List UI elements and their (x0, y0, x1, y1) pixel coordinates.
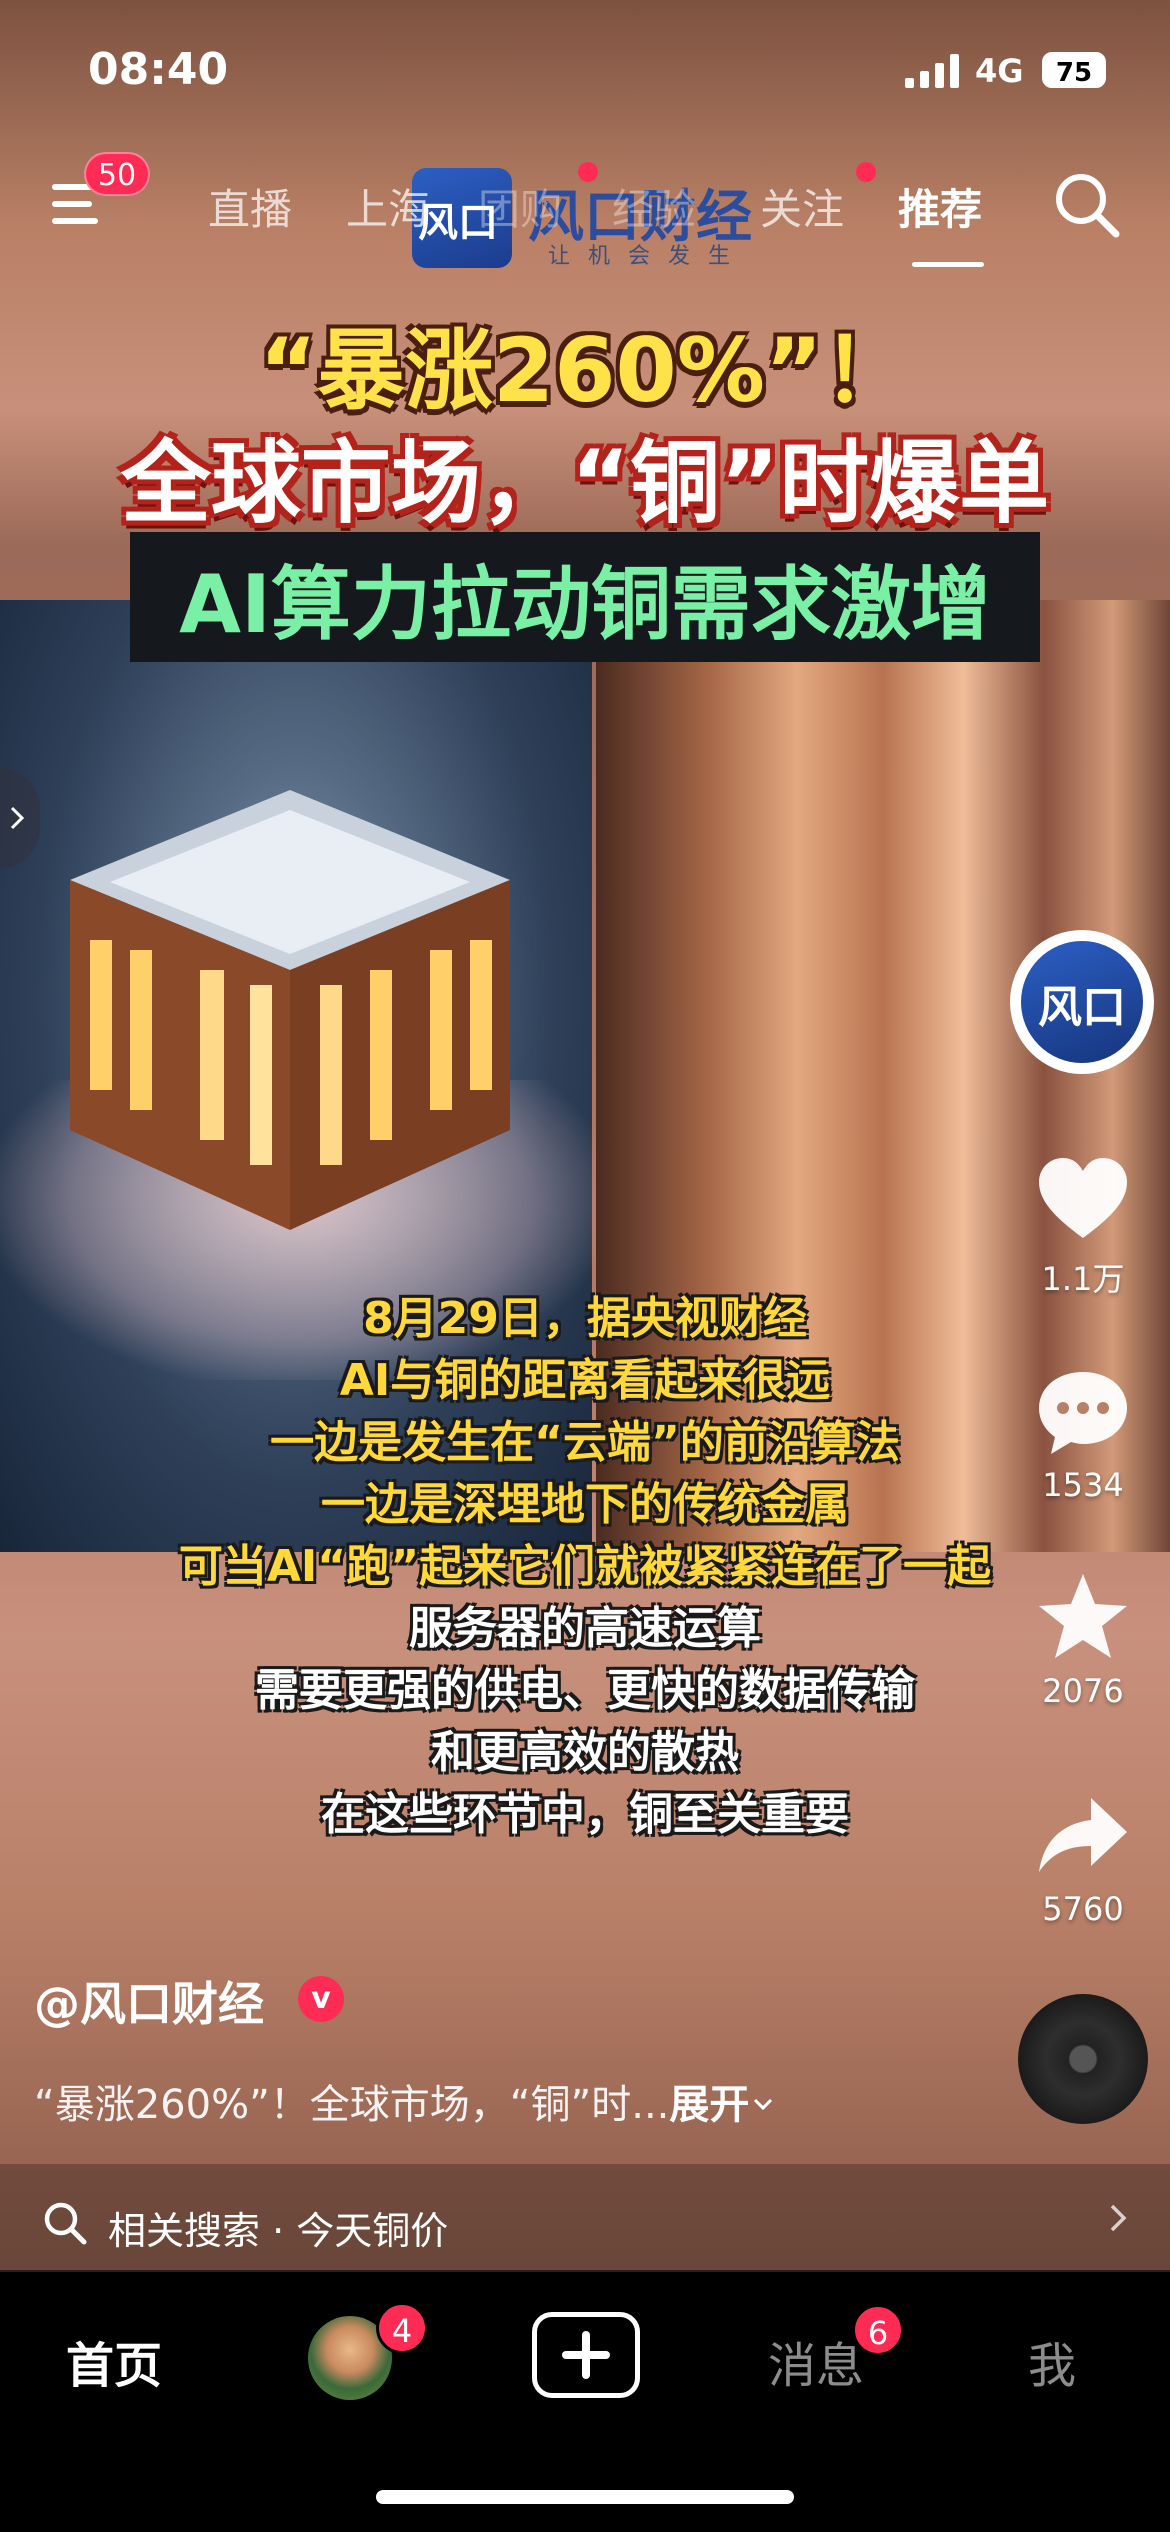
battery-level: 75 (1042, 52, 1106, 88)
description-text: “暴涨260%”！全球市场，“铜”时... (34, 2082, 670, 2128)
video-description[interactable]: “暴涨260%”！全球市场，“铜”时...展开 (34, 2072, 777, 2130)
status-bar: 08:40 4G 75 (0, 0, 1170, 150)
related-search-icon (44, 2202, 87, 2245)
creator-avatar[interactable]: 风口 (1010, 930, 1154, 1074)
server-cube-graphic (70, 790, 510, 1230)
author-name[interactable]: @风口财经 (34, 1968, 264, 2034)
friends-badge: 4 (376, 2302, 428, 2354)
favorite-button[interactable]: 2076 (1020, 1568, 1146, 1710)
share-count: 5760 (1042, 1890, 1124, 1928)
tab-shanghai[interactable]: 上海 (346, 176, 430, 237)
chevron-right-icon (1110, 2204, 1127, 2232)
plus-icon-vertical (582, 2331, 590, 2379)
expand-link[interactable]: 展开 (669, 2082, 749, 2128)
subtitle-line: 在这些环节中，铜至关重要 (321, 1789, 849, 1840)
video-headline-primary: “暴涨260%”！ (259, 319, 911, 422)
messages-badge: 6 (852, 2304, 904, 2356)
video-feed-screen: 08:40 4G 75 50 风口 风口财经 让机会发生 直播 上海 团购 经验… (0, 0, 1170, 2532)
subtitle-line: 需要更强的供电、更快的数据传输 (255, 1665, 915, 1716)
network-type: 4G (975, 52, 1024, 90)
chevron-down-icon (754, 2098, 773, 2111)
side-drawer-handle[interactable] (0, 768, 40, 868)
comment-icon (1039, 1372, 1127, 1454)
tab-experience[interactable]: 经验 (612, 176, 696, 237)
tab-recommend[interactable]: 推荐 (898, 176, 982, 237)
tab-messages[interactable]: 消息 (768, 2326, 864, 2396)
active-tab-indicator (912, 262, 984, 267)
comment-count: 1534 (1042, 1466, 1124, 1504)
video-subtitles: 8月29日，据央视财经 AI与铜的距离看起来很远 一边是发生在“云端”的前沿算法… (0, 1288, 1170, 1846)
tab-me[interactable]: 我 (1028, 2326, 1076, 2396)
like-count: 1.1万 (1041, 1260, 1125, 1298)
tab-group-buy-dot (578, 162, 598, 182)
music-disc-icon[interactable] (1018, 1994, 1148, 2124)
subtitle-line: 和更高效的散热 (431, 1727, 739, 1778)
menu-notification-badge: 50 (84, 152, 150, 196)
subtitle-line: 一边是发生在“云端”的前沿算法 (270, 1417, 900, 1468)
tab-live[interactable]: 直播 (208, 176, 292, 237)
create-post-button[interactable] (532, 2312, 640, 2398)
subtitle-line: 一边是深埋地下的传统金属 (321, 1479, 849, 1530)
share-arrow-icon (1039, 1798, 1127, 1872)
comment-button[interactable]: 1534 (1020, 1362, 1146, 1504)
related-search-label: 相关搜索 · 今天铜价 (108, 2209, 449, 2253)
video-headline-secondary: 全球市场，“铜”时爆单 (120, 431, 1050, 536)
cellular-signal-icon (905, 54, 959, 88)
brand-watermark: 风口 风口财经 让机会发生 (412, 168, 762, 269)
brand-watermark-slogan: 让机会发生 (548, 244, 749, 269)
subtitle-line: 8月29日，据央视财经 (363, 1293, 807, 1344)
creator-avatar-text: 风口 (1038, 982, 1126, 1033)
tab-following-dot (856, 162, 876, 182)
subtitle-line: 服务器的高速运算 (409, 1603, 761, 1654)
heart-icon (1039, 1158, 1127, 1238)
star-icon (1039, 1574, 1127, 1658)
subtitle-line: AI与铜的距离看起来很远 (339, 1355, 831, 1406)
tab-home[interactable]: 首页 (66, 2326, 162, 2396)
search-icon[interactable] (1052, 170, 1122, 240)
share-button[interactable]: 5760 (1020, 1786, 1146, 1928)
status-time: 08:40 (88, 44, 229, 95)
favorite-count: 2076 (1042, 1672, 1124, 1710)
creator-avatar-logo: 风口 (1021, 941, 1143, 1063)
subtitle-line: 可当AI“跑”起来它们就被紧紧连在了一起 (178, 1541, 992, 1592)
tab-following[interactable]: 关注 (760, 176, 844, 237)
verified-badge-icon: v (298, 1976, 344, 2022)
home-indicator (376, 2490, 794, 2504)
video-headline-banner-text: AI算力拉动铜需求激增 (179, 558, 991, 651)
tab-group-buy[interactable]: 团购 (478, 176, 562, 237)
like-button[interactable]: 1.1万 (1020, 1150, 1146, 1300)
